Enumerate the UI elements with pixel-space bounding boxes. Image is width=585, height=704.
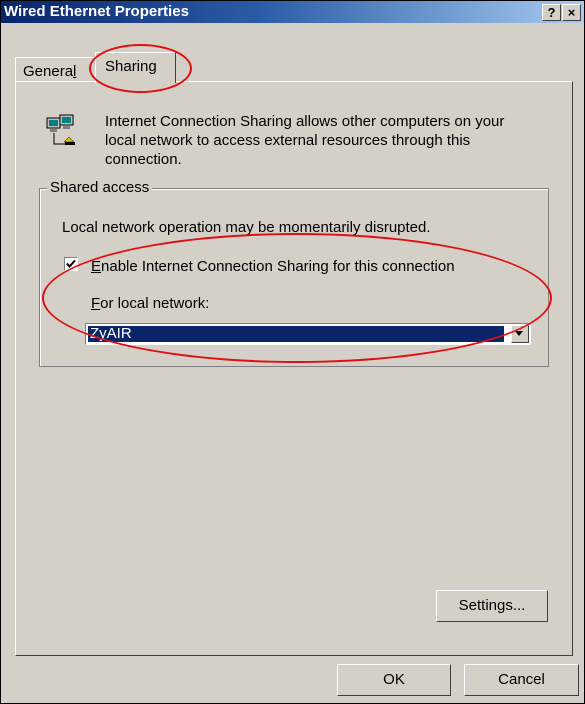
tab-general[interactable]: General xyxy=(15,57,96,82)
network-sharing-icon xyxy=(46,114,75,145)
dropdown-button[interactable] xyxy=(511,325,529,343)
warning-text: Local network operation may be momentari… xyxy=(62,219,431,236)
enable-ics-checkbox[interactable] xyxy=(64,257,78,271)
window-title: Wired Ethernet Properties xyxy=(4,3,189,20)
enable-ics-label[interactable]: Enable Internet Connection Sharing for t… xyxy=(91,257,455,276)
check-icon xyxy=(66,259,76,269)
shared-access-label: Shared access xyxy=(47,179,153,196)
close-button[interactable]: × xyxy=(562,4,581,21)
local-network-label: For local network: xyxy=(91,295,210,312)
tab-sharing[interactable]: Sharing xyxy=(95,52,176,83)
settings-button[interactable]: Settings... xyxy=(436,590,548,622)
chevron-down-icon xyxy=(515,331,523,336)
tab-sharing-label: Sharing xyxy=(105,58,157,75)
title-bar[interactable]: Wired Ethernet Properties ? × xyxy=(1,1,584,23)
tab-general-label: General xyxy=(23,63,77,80)
local-network-value: ZyAIR xyxy=(88,326,504,342)
cancel-button[interactable]: Cancel xyxy=(464,664,579,696)
sharing-description: Internet Connection Sharing allows other… xyxy=(105,113,505,168)
local-network-select[interactable]: ZyAIR xyxy=(85,323,531,345)
ok-button[interactable]: OK xyxy=(337,664,451,696)
help-button[interactable]: ? xyxy=(542,4,561,21)
properties-window: Wired Ethernet Properties ? × General Sh… xyxy=(0,0,585,704)
